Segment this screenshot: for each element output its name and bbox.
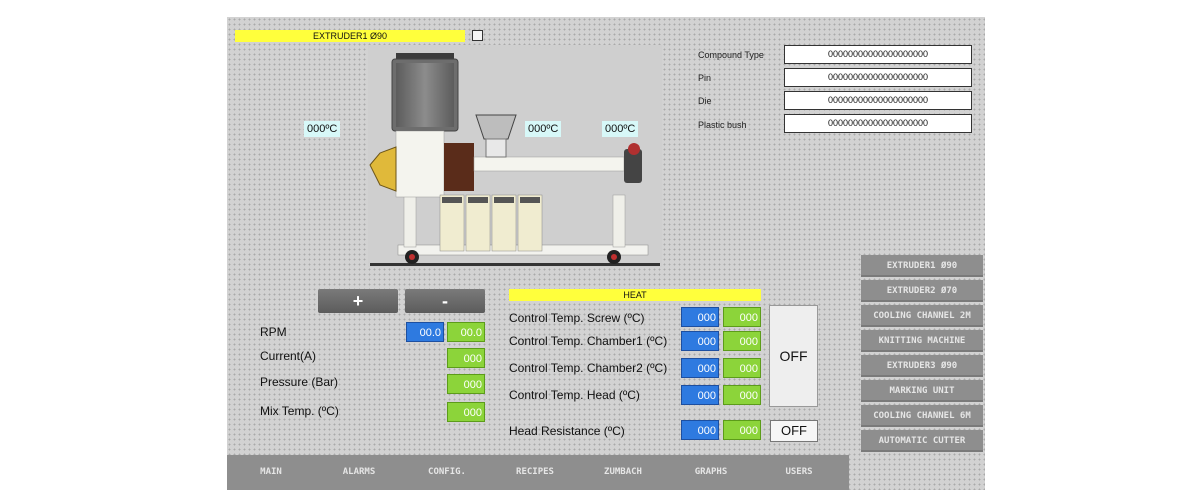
nav-alarms[interactable]: ALARMS [315,455,403,490]
head-resistance-off-button[interactable]: OFF [770,420,818,442]
compound-type-field[interactable]: 00000000000000000000 [784,45,972,64]
heat-screw-setpoint[interactable]: 000 [681,307,719,327]
nav-extruder2[interactable]: EXTRUDER2 Ø70 [861,280,983,302]
rpm-increase-button[interactable]: + [318,289,398,313]
head-resistance-actual: 000 [723,420,761,440]
heat-title: HEAT [509,289,761,301]
rpm-actual: 00.0 [447,322,485,342]
hmi-screen: EXTRUDER1 Ø90 000ºC 000ºC 000ºC Compound… [227,17,985,490]
heat-chamber2-actual: 000 [723,358,761,378]
nav-users[interactable]: USERS [755,455,843,490]
die-field[interactable]: 00000000000000000000 [784,91,972,110]
heat-screw-label: Control Temp. Screw (ºC) [509,311,645,325]
screw-temp-label: 000ºC [602,121,639,137]
heat-screw-actual: 000 [723,307,761,327]
nav-cooling-channel-2m[interactable]: COOLING CHANNEL 2M [861,305,983,327]
rpm-setpoint[interactable]: 00.0 [406,322,444,342]
head-resistance-label: Head Resistance (ºC) [509,424,625,438]
heat-chamber1-setpoint[interactable]: 000 [681,331,719,351]
page-title: EXTRUDER1 Ø90 [235,30,465,42]
heat-head-actual: 000 [723,385,761,405]
extruder-drawing [369,53,660,266]
nav-config[interactable]: CONFIG. [403,455,491,490]
nav-automatic-cutter[interactable]: AUTOMATIC CUTTER [861,430,983,452]
pin-field[interactable]: 00000000000000000000 [784,68,972,87]
plastic-bush-label: Plastic bush [698,120,747,130]
nav-knitting-machine[interactable]: KNITTING MACHINE [861,330,983,352]
plastic-bush-field[interactable]: 00000000000000000000 [784,114,972,133]
nav-main[interactable]: MAIN [227,455,315,490]
nav-recipes[interactable]: RECIPES [491,455,579,490]
mix-temp-value: 000 [447,402,485,422]
heat-chamber1-actual: 000 [723,331,761,351]
bottom-nav: MAIN ALARMS CONFIG. RECIPES ZUMBACH GRAP… [227,455,849,490]
pressure-label: Pressure (Bar) [260,375,339,389]
nav-extruder3[interactable]: EXTRUDER3 Ø90 [861,355,983,377]
rpm-decrease-button[interactable]: - [405,289,485,313]
heat-head-label: Control Temp. Head (ºC) [509,388,640,402]
title-checkbox[interactable] [472,30,483,41]
chamber-temp-label: 000ºC [525,121,562,137]
heat-off-button[interactable]: OFF [769,305,818,407]
heat-chamber2-label: Control Temp. Chamber2 (ºC) [509,361,668,375]
nav-graphs[interactable]: GRAPHS [667,455,755,490]
rpm-label: RPM [260,325,287,339]
nav-cooling-channel-6m[interactable]: COOLING CHANNEL 6M [861,405,983,427]
nav-marking-unit[interactable]: MARKING UNIT [861,380,983,402]
die-label: Die [698,96,712,106]
compound-type-label: Compound Type [698,50,764,60]
head-temp-label: 000ºC [304,121,341,137]
pin-label: Pin [698,73,712,83]
heat-chamber2-setpoint[interactable]: 000 [681,358,719,378]
nav-zumbach[interactable]: ZUMBACH [579,455,667,490]
current-label: Current(A) [260,349,317,363]
mix-temp-label: Mix Temp. (ºC) [260,404,339,418]
pressure-value: 000 [447,374,485,394]
nav-extruder1[interactable]: EXTRUDER1 Ø90 [861,255,983,277]
head-resistance-setpoint[interactable]: 000 [681,420,719,440]
heat-head-setpoint[interactable]: 000 [681,385,719,405]
extruder-machine-image [368,45,662,267]
current-value: 000 [447,348,485,368]
heat-chamber1-label: Control Temp. Chamber1 (ºC) [509,334,668,348]
